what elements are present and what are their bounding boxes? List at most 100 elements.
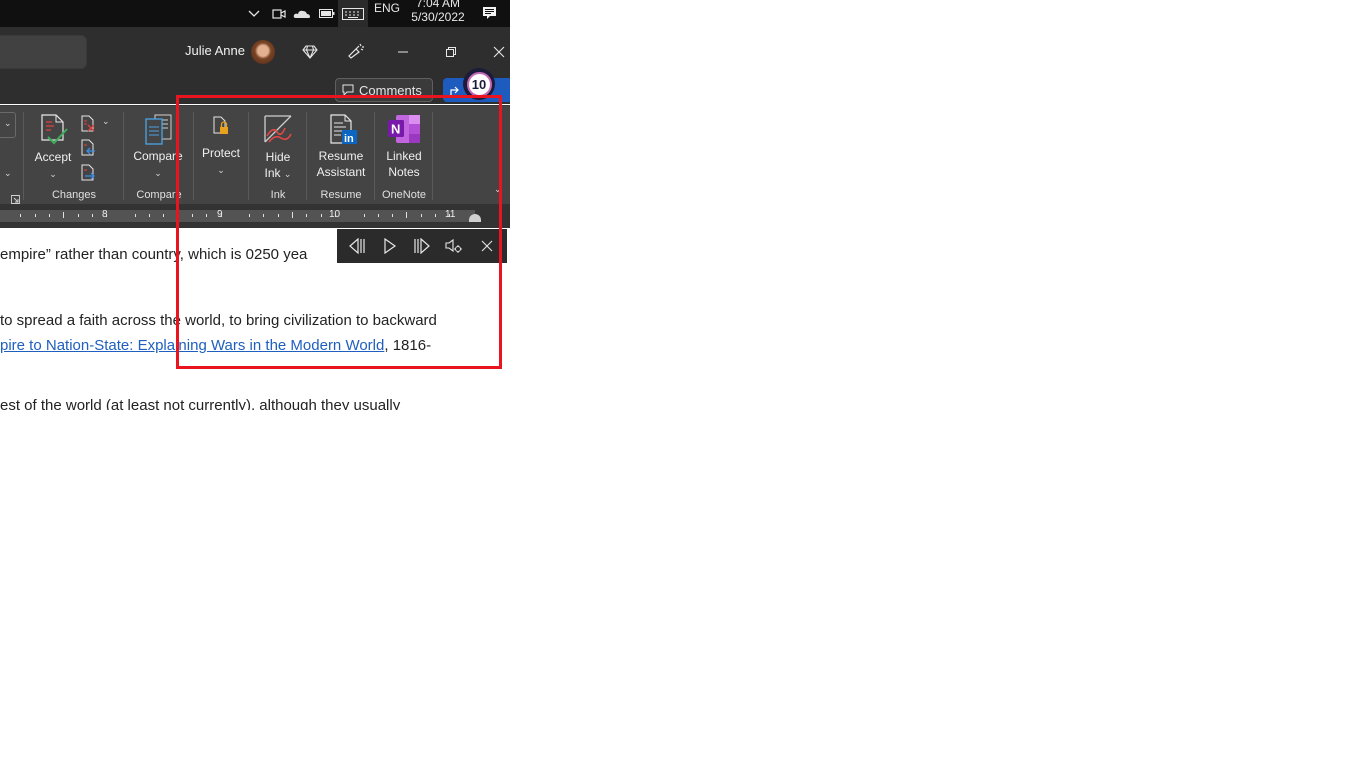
linked-notes-label-2: Notes (388, 165, 420, 179)
group-separator (306, 112, 307, 200)
doc-line-3-rest: , 1816- (384, 337, 432, 354)
hide-ink-icon[interactable] (263, 114, 293, 149)
accept-button[interactable]: Accept ⌄ (28, 149, 78, 182)
windows-taskbar: ENG 7:04 AM 5/30/2022 (0, 0, 510, 27)
compare-button[interactable]: Compare ⌄ (129, 148, 187, 181)
clock-time: 7:04 AM (415, 0, 461, 10)
designer-icon[interactable] (343, 39, 369, 65)
svg-text:N: N (391, 122, 400, 137)
compare-icon[interactable] (144, 114, 174, 151)
ruler-tick (206, 214, 208, 217)
ruler-tick (220, 214, 222, 217)
ruler-tick (249, 214, 251, 217)
close-icon[interactable] (486, 39, 510, 65)
premium-diamond-icon[interactable] (297, 39, 323, 65)
right-indent-marker[interactable] (469, 214, 481, 222)
resume-label-2: Assistant (316, 165, 366, 179)
group-separator (193, 112, 194, 200)
next-change-icon[interactable] (80, 164, 98, 187)
avatar[interactable] (251, 40, 275, 64)
horizontal-ruler[interactable]: 8 9 10 11 (0, 204, 510, 228)
ruler-tick (277, 214, 279, 217)
ribbon-collapse-icon[interactable]: ⌄ (494, 184, 502, 195)
onedrive-cloud-icon[interactable] (292, 0, 312, 27)
svg-text:in: in (344, 133, 354, 145)
ruler-tick (306, 214, 308, 217)
ribbon-review: ⌄ ⌄ Accept ⌄ ⌄ Changes Compare ⌄ Compare… (0, 105, 510, 205)
protect-icon[interactable] (212, 116, 230, 141)
ruler-tick (449, 214, 451, 217)
linked-notes-label-1: Linked (386, 149, 422, 163)
notification-icon[interactable] (480, 0, 500, 27)
minimize-icon[interactable] (390, 39, 416, 65)
ruler-tick (392, 214, 394, 217)
step-badge-number: 10 (466, 71, 492, 97)
chevron-up-icon[interactable] (245, 0, 263, 27)
onenote-icon[interactable]: N (387, 114, 421, 149)
restore-icon[interactable] (438, 39, 464, 65)
accept-icon[interactable] (40, 113, 72, 152)
title-bar: Julie Anne (0, 27, 510, 77)
linked-notes-button[interactable]: Linked Notes (378, 148, 430, 180)
ruler-tick (263, 214, 265, 217)
word-window: ENG 7:04 AM 5/30/2022 Julie Anne Comment… (0, 0, 510, 410)
accept-label: Accept (34, 150, 72, 164)
ruler-tick (420, 214, 422, 217)
ruler-tick (163, 214, 165, 217)
ruler-tick (191, 214, 193, 217)
comments-label: Comments (359, 82, 422, 98)
chevron-down-icon: ⌄ (217, 165, 225, 175)
user-name[interactable]: Julie Anne (185, 43, 245, 58)
previous-paragraph-icon[interactable] (344, 233, 370, 259)
ruler-tick (363, 214, 365, 217)
battery-icon[interactable] (317, 0, 337, 27)
ruler-tick (406, 212, 408, 218)
reject-icon[interactable] (80, 115, 98, 138)
resume-assistant-button[interactable]: Resume Assistant (313, 148, 369, 180)
compare-label: Compare (133, 149, 183, 163)
ruler-tick (63, 212, 65, 218)
protect-label: Protect (201, 146, 240, 160)
doc-line-4: est of the world (at least not currently… (0, 397, 401, 410)
read-aloud-toolbar (337, 229, 507, 263)
clock-date: 5/30/2022 (411, 10, 465, 24)
chevron-down-icon[interactable]: ⌄ (4, 168, 12, 179)
voice-settings-icon[interactable] (441, 233, 467, 259)
protect-button[interactable]: Protect ⌄ (198, 145, 244, 178)
ruler-tick (435, 214, 436, 217)
ruler-tick (91, 214, 93, 217)
ruler-tick (134, 214, 136, 217)
hide-ink-label-2: Ink (264, 166, 281, 180)
meet-now-icon[interactable] (270, 0, 288, 27)
group-separator (123, 112, 124, 200)
ruler-tick (48, 214, 50, 217)
ruler-tick (106, 214, 108, 217)
share-icon (450, 86, 459, 95)
comment-icon (342, 84, 354, 96)
chevron-down-icon: ⌄ (154, 168, 162, 178)
group-separator (23, 112, 24, 200)
comments-button[interactable]: Comments (335, 78, 433, 102)
next-paragraph-icon[interactable] (409, 233, 435, 259)
search-box[interactable] (0, 35, 87, 69)
close-read-aloud-icon[interactable] (474, 233, 500, 259)
hide-ink-button[interactable]: Hide Ink ⌄ (256, 149, 300, 182)
ruler-track (0, 210, 475, 222)
hide-ink-label-1: Hide (265, 150, 291, 164)
language-indicator[interactable]: ENG (372, 0, 402, 21)
chevron-down-icon: ⌄ (283, 169, 292, 179)
citation-link[interactable]: pire to Nation-State: Explaining Wars in… (0, 337, 384, 354)
resume-assistant-icon[interactable]: in (329, 114, 359, 151)
touch-keyboard-icon[interactable] (338, 0, 368, 27)
ruler-tick (377, 214, 379, 217)
step-badge: 10 (463, 68, 495, 100)
previous-change-icon[interactable] (80, 139, 98, 162)
ruler-tick (34, 214, 36, 217)
ruler-tick (77, 214, 79, 217)
ribbon-tab-row: Comments (0, 77, 510, 104)
ruler-tick (177, 212, 179, 218)
doc-line-2: to spread a faith across the world, to b… (0, 312, 437, 329)
group-separator (248, 112, 249, 200)
reject-chevron-icon[interactable]: ⌄ (102, 116, 110, 127)
play-icon[interactable] (377, 233, 403, 259)
